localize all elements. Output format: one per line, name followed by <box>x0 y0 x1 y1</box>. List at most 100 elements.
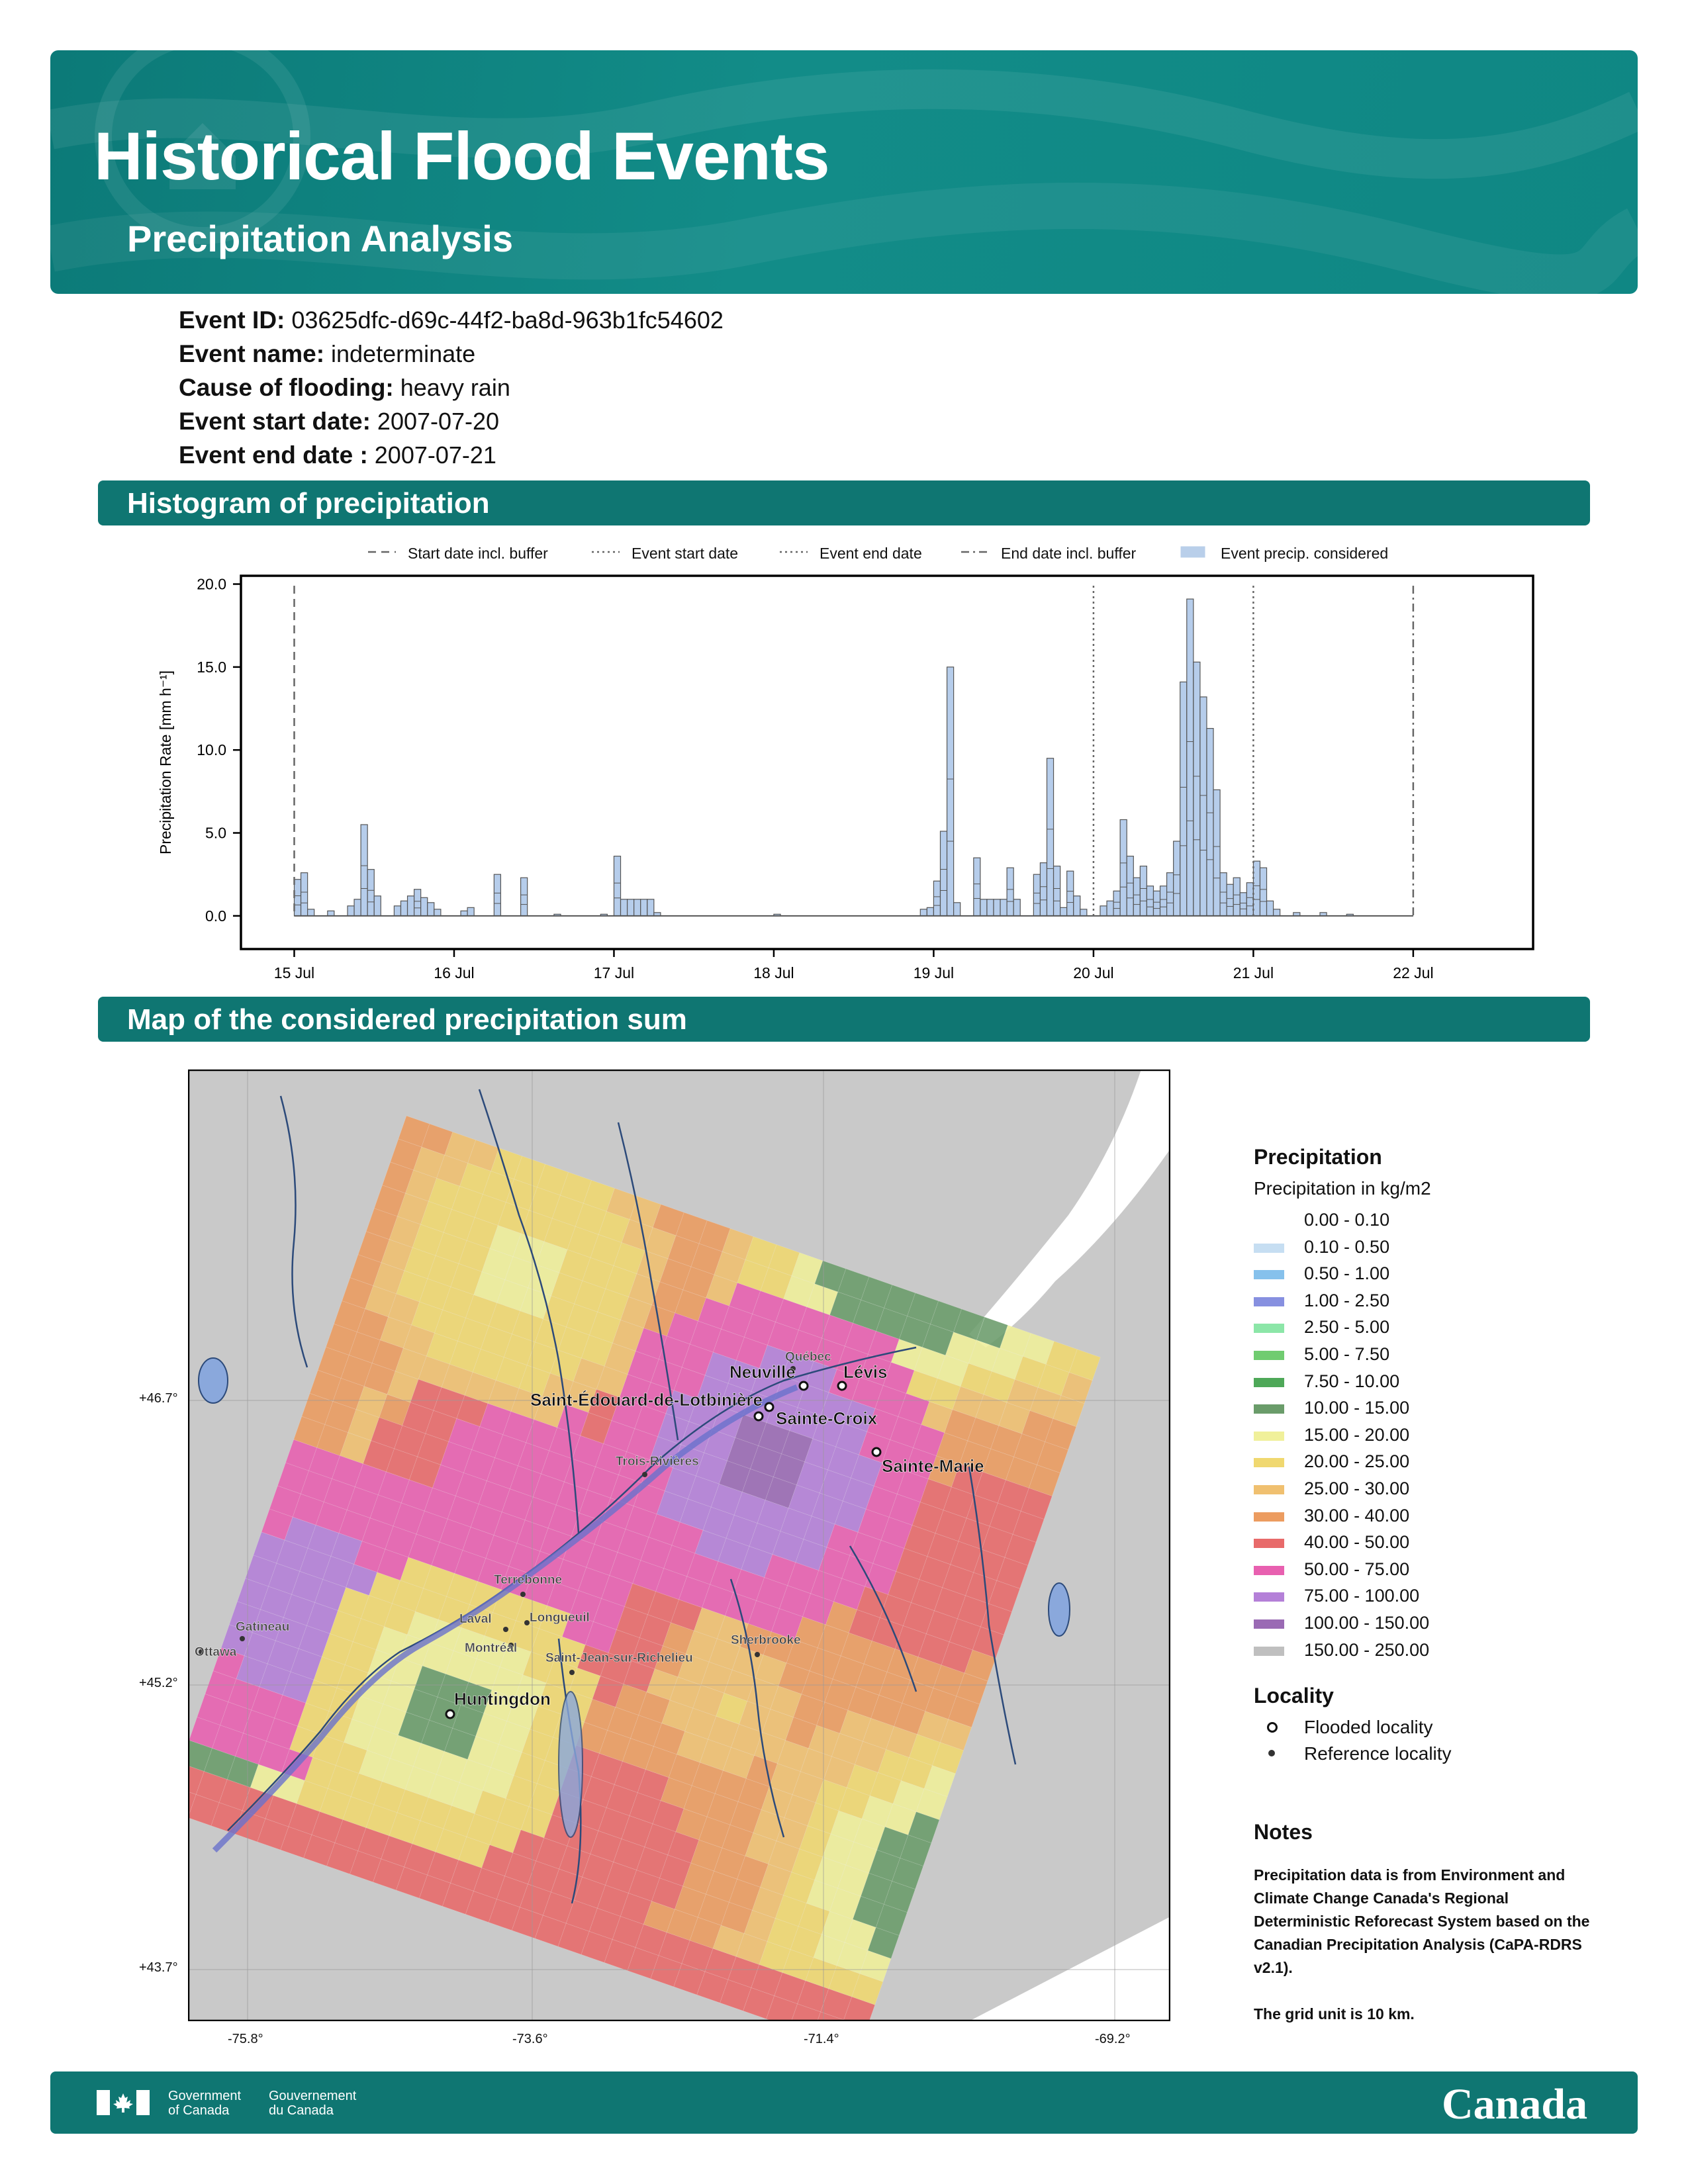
histogram-bar <box>1246 882 1254 917</box>
bar-rect <box>1199 696 1207 917</box>
legend-color-swatch <box>1254 1592 1284 1602</box>
flooded-locality-label: Sainte-Marie <box>882 1456 984 1476</box>
reference-locality-label: Ottawa <box>195 1645 237 1659</box>
flooded-locality: Saint-Édouard-de-Lotbinière <box>530 1390 774 1412</box>
x-tick-label: 16 Jul <box>434 964 474 981</box>
legend-class-row: 20.00 - 25.00 <box>1254 1451 1585 1478</box>
legend-color-swatch <box>1254 1243 1284 1253</box>
histogram-bar <box>1193 661 1201 917</box>
precipitation-histogram: Start date incl. buffer Event start date E… <box>157 545 1534 981</box>
lake-champlain <box>558 1691 583 1838</box>
reference-locality-label: Trois-Rivières <box>616 1455 699 1469</box>
histogram-bar <box>1226 884 1234 917</box>
legend-class-row: 0.50 - 1.00 <box>1254 1263 1585 1290</box>
bar-rect <box>613 856 622 917</box>
reference-locality-label: Reference locality <box>1304 1743 1452 1764</box>
bar-rect <box>1173 841 1181 917</box>
histogram-bar <box>1066 870 1074 917</box>
legend-label: End date incl. buffer <box>1001 545 1136 562</box>
bar-rect <box>647 899 655 917</box>
bar-rect <box>1239 892 1247 917</box>
legend-class-label: 20.00 - 25.00 <box>1304 1451 1410 1472</box>
histogram-bar <box>980 899 988 917</box>
legend-class-label: 25.00 - 30.00 <box>1304 1479 1410 1498</box>
histogram-bar <box>427 902 435 917</box>
histogram-bar <box>993 899 1001 917</box>
legend-class-label: 0.50 - 1.00 <box>1304 1263 1390 1284</box>
histogram-bar <box>1033 874 1041 917</box>
cause-row: Cause of flooding: heavy rain <box>179 371 724 404</box>
reference-locality: Longueuil <box>524 1611 590 1625</box>
histogram-bar <box>973 857 981 917</box>
locality-legend-title: Locality <box>1254 1684 1334 1707</box>
start-date-row: Event start date: 2007-07-20 <box>179 404 724 438</box>
bar-rect <box>293 879 302 917</box>
event-name-label: Event name: <box>179 340 325 367</box>
bar-rect <box>493 874 502 917</box>
event-id-value: 03625dfc-d69c-44f2-ba8d-963b1fc54602 <box>291 306 724 334</box>
reference-locality-label: Terrebonne <box>494 1573 562 1587</box>
x-tick-label: 18 Jul <box>753 964 794 981</box>
flooded-locality-label: Huntingdon <box>454 1689 551 1709</box>
event-name-row: Event name: indeterminate <box>179 337 724 371</box>
legend-label: Event end date <box>820 545 922 562</box>
bar-rect <box>1013 899 1021 917</box>
bar-rect <box>307 909 315 917</box>
histogram-bar <box>1239 892 1247 917</box>
reference-locality-marker-icon <box>240 1636 245 1641</box>
histogram-bar <box>400 900 408 917</box>
page-subtitle: Precipitation Analysis <box>127 218 513 259</box>
legend-color-swatch <box>1254 1216 1284 1226</box>
histogram-bar <box>1039 862 1048 917</box>
notes-grid-unit: The grid unit is 10 km. <box>1254 2005 1415 2023</box>
canada-flag-icon <box>97 2090 150 2115</box>
flooded-locality-label: Lévis <box>843 1362 888 1382</box>
legend-class-label: 2.50 - 5.00 <box>1304 1317 1390 1338</box>
flooded-locality-label: Flooded locality <box>1304 1717 1433 1737</box>
histogram-bar <box>434 909 442 917</box>
bar-rect <box>986 899 994 917</box>
legend-label: Event start date <box>632 545 738 562</box>
lake-shape <box>1048 1582 1070 1637</box>
histogram-bar <box>520 877 528 917</box>
cause-value: heavy rain <box>400 374 510 401</box>
legend-class-row: 0.00 - 0.10 <box>1254 1210 1585 1236</box>
histogram-bar <box>1113 890 1121 917</box>
legend-class-row: 15.00 - 20.00 <box>1254 1425 1585 1451</box>
precipitation-legend-subtitle: Precipitation in kg/m2 <box>1254 1178 1431 1199</box>
bar-rect <box>1233 877 1241 917</box>
bar-rect <box>367 869 375 917</box>
legend-color-swatch <box>1254 1404 1284 1414</box>
flooded-locality-marker-icon <box>753 1411 764 1422</box>
notes-title: Notes <box>1254 1820 1313 1844</box>
histogram-bar <box>1159 886 1168 917</box>
bar-rect <box>460 910 468 917</box>
bar-rect <box>993 899 1001 917</box>
histogram-legend-item: Start date incl. buffer <box>368 545 548 562</box>
y-tick-label: 0.0 <box>205 907 226 925</box>
histogram-bar <box>1060 907 1068 917</box>
flooded-locality-label: Saint-Édouard-de-Lotbinière <box>530 1390 763 1410</box>
histogram-legend-item: Event precip. considered <box>1180 545 1388 562</box>
legend-color-swatch <box>1254 1431 1284 1441</box>
histogram-bar <box>1146 886 1154 917</box>
histogram-bar <box>1166 872 1174 917</box>
legend-color-swatch <box>1254 1351 1284 1360</box>
histogram-bar <box>1259 867 1268 917</box>
legend-color-swatch <box>1254 1539 1284 1549</box>
legend-class-label: 100.00 - 150.00 <box>1304 1613 1430 1633</box>
y-tick-label: 10.0 <box>197 741 226 758</box>
bar-rect <box>520 877 528 917</box>
flooded-locality-label: Neuville <box>729 1362 796 1382</box>
histogram-bar <box>1080 909 1088 917</box>
event-name-value: indeterminate <box>331 340 476 367</box>
histogram-bar <box>1272 909 1281 917</box>
histogram-legend-item: Event start date <box>592 545 738 562</box>
legend-class-label: 15.00 - 20.00 <box>1304 1424 1410 1445</box>
reference-locality-label: Saint-Jean-sur-Richelieu <box>545 1651 693 1665</box>
legend-class-label: 1.00 - 2.50 <box>1304 1290 1390 1310</box>
legend-class-label: 40.00 - 50.00 <box>1304 1532 1410 1553</box>
bar-rect <box>467 907 475 917</box>
bar-rect <box>620 899 628 917</box>
bar-rect <box>1159 886 1168 917</box>
